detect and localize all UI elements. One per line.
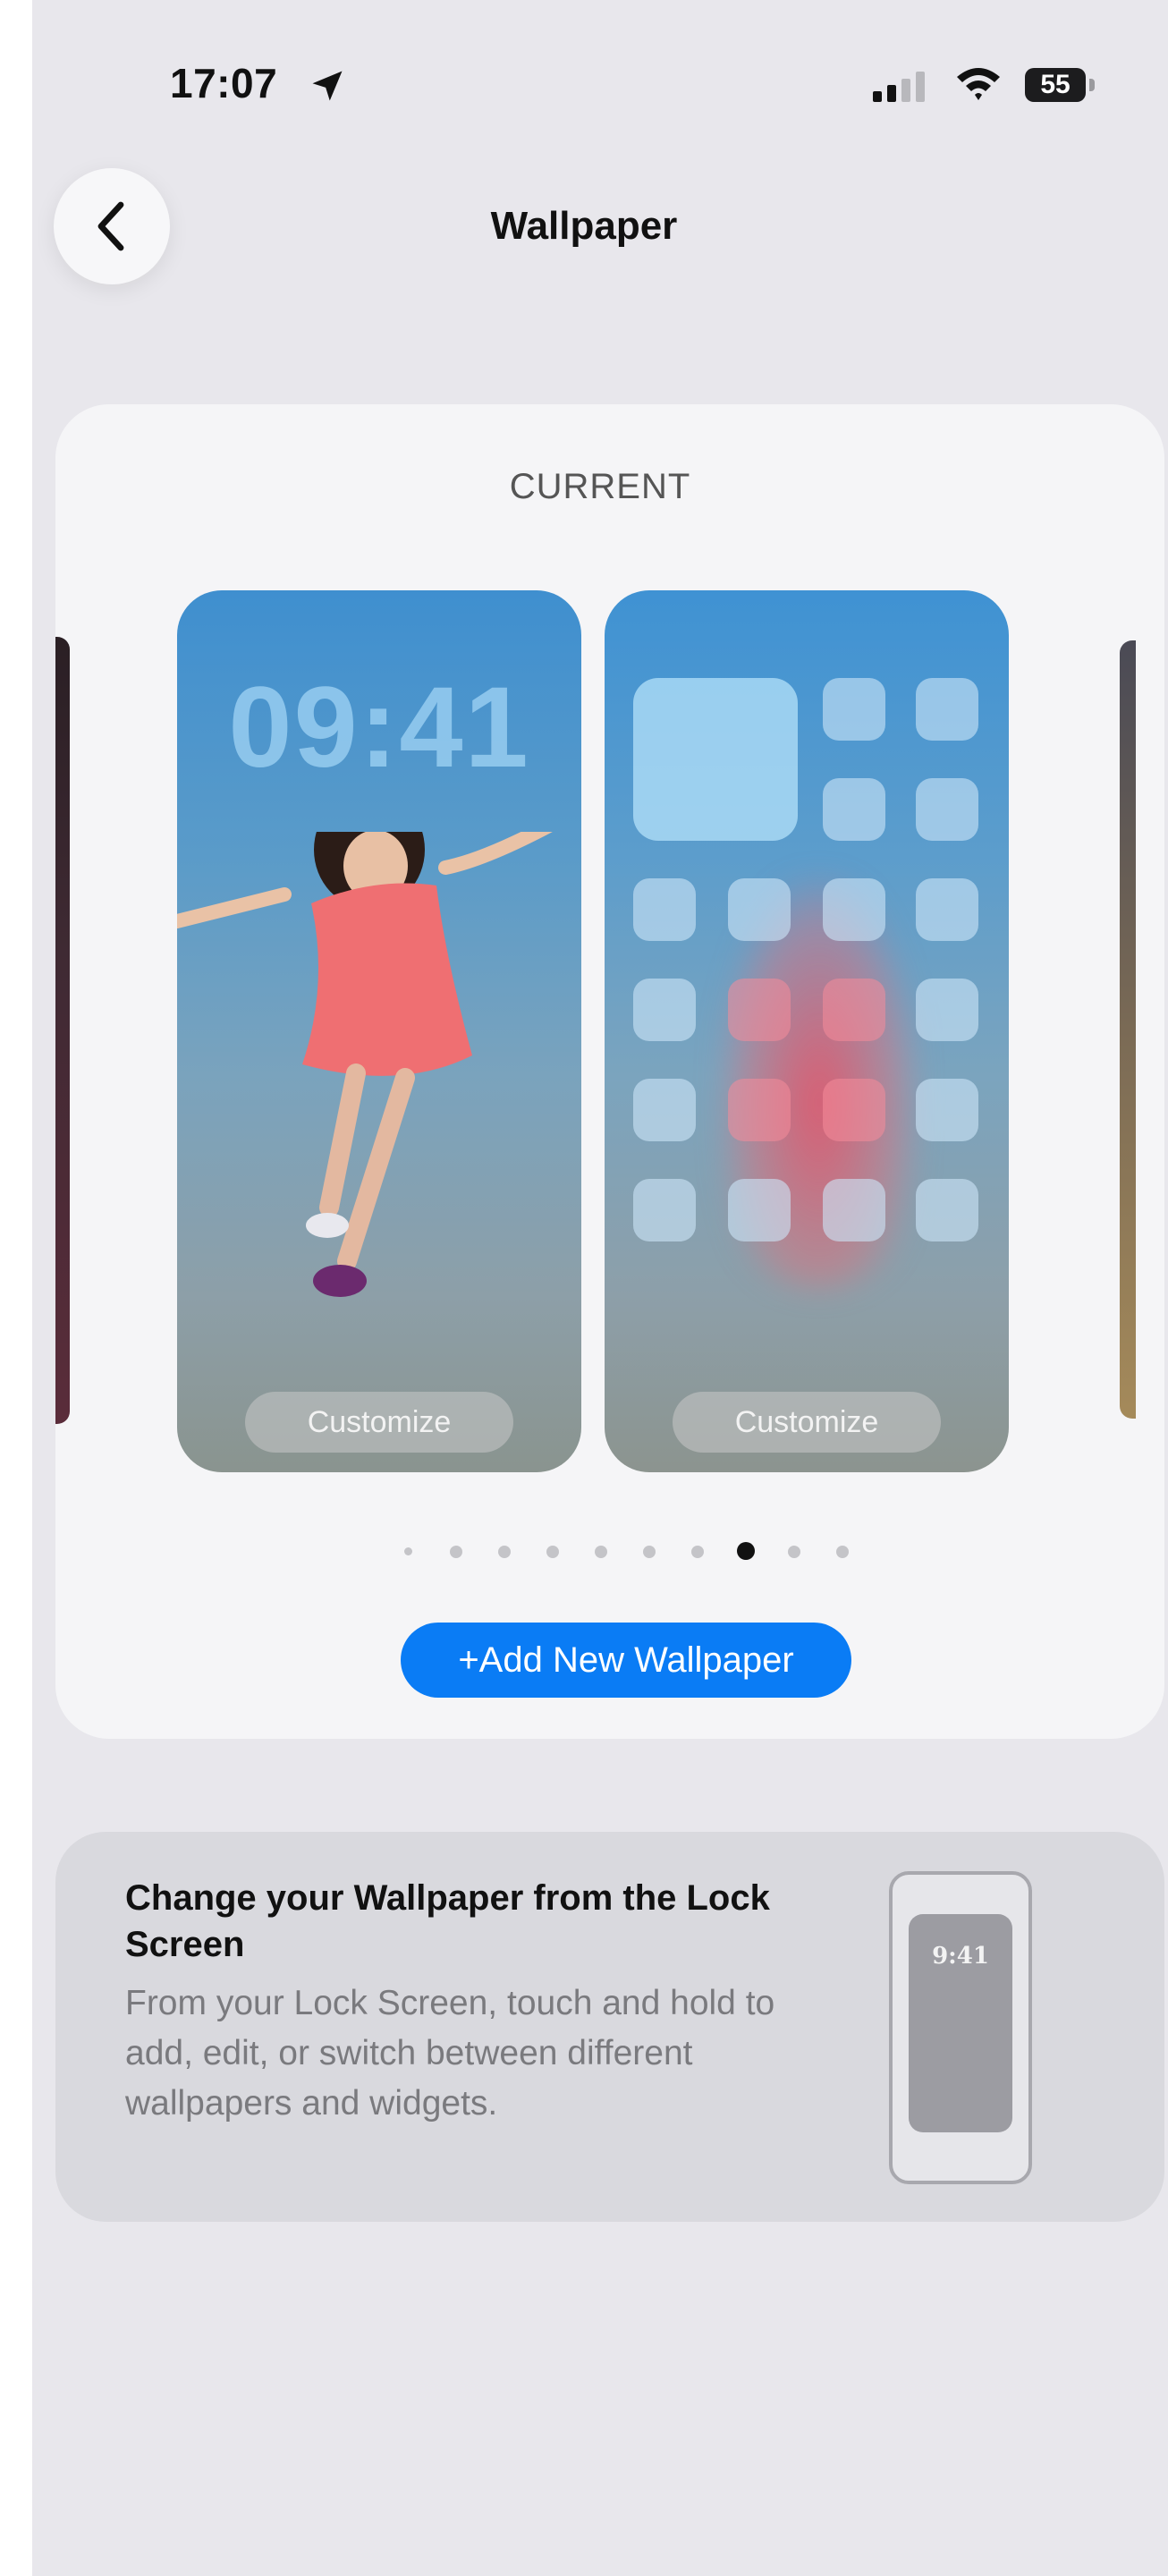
app-icon-placeholder xyxy=(633,878,696,941)
app-icon-placeholder xyxy=(916,678,978,741)
tip-title: Change your Wallpaper from the Lock Scre… xyxy=(125,1878,770,1964)
page-dot[interactable] xyxy=(546,1546,559,1558)
app-icon-placeholder xyxy=(916,778,978,841)
home-customize-button[interactable]: Customize xyxy=(673,1392,941,1453)
app-icon-placeholder xyxy=(916,878,978,941)
app-icon-placeholder xyxy=(728,1179,791,1241)
page-dot[interactable] xyxy=(788,1546,800,1558)
page-dot-active[interactable] xyxy=(737,1542,755,1560)
app-icon-placeholder xyxy=(823,678,885,741)
page-title: Wallpaper xyxy=(490,204,678,248)
page-dot[interactable] xyxy=(836,1546,849,1558)
lock-screen-clock: 09:41 xyxy=(228,664,530,792)
illustration-clock: 9:41 xyxy=(932,1943,989,1970)
page-dot[interactable] xyxy=(643,1546,656,1558)
previous-wallpaper-peek[interactable] xyxy=(55,637,70,1424)
app-icon-placeholder xyxy=(823,778,885,841)
app-icon-placeholder xyxy=(823,878,885,941)
page-dot[interactable] xyxy=(595,1546,607,1558)
app-icon-placeholder xyxy=(823,1079,885,1141)
app-icon-placeholder xyxy=(916,979,978,1041)
app-icon-placeholder xyxy=(728,1079,791,1141)
next-wallpaper-peek[interactable] xyxy=(1120,640,1136,1419)
app-icon-placeholder xyxy=(633,1079,696,1141)
app-icon-placeholder xyxy=(633,1179,696,1241)
page-dot[interactable] xyxy=(450,1546,462,1558)
app-icon-placeholder xyxy=(823,1179,885,1241)
app-icon-placeholder xyxy=(916,1179,978,1241)
page-dot[interactable] xyxy=(498,1546,511,1558)
page-dot[interactable] xyxy=(691,1546,704,1558)
battery-cap xyxy=(1089,79,1095,91)
app-icon-placeholder xyxy=(633,979,696,1041)
wallpaper-photo xyxy=(177,832,553,1297)
home-screen-preview[interactable]: Customize xyxy=(605,590,1009,1472)
tip-body: From your Lock Screen, touch and hold to… xyxy=(125,1984,775,2123)
app-icon-placeholder xyxy=(728,878,791,941)
battery-icon: 55 xyxy=(1025,68,1086,102)
status-time: 17:07 xyxy=(170,60,278,106)
page-indicator[interactable] xyxy=(399,1540,864,1562)
location-arrow-icon xyxy=(312,71,343,101)
page-dot[interactable] xyxy=(403,1547,412,1555)
app-icon-placeholder xyxy=(916,1079,978,1141)
widget-placeholder xyxy=(633,678,798,841)
cellular-signal-icon xyxy=(873,72,925,102)
add-new-wallpaper-button[interactable]: +Add New Wallpaper xyxy=(401,1623,851,1698)
lock-customize-button[interactable]: Customize xyxy=(245,1392,513,1453)
current-section-label: CURRENT xyxy=(509,467,691,506)
lock-screen-preview[interactable]: 09:41 Customize xyxy=(177,590,581,1472)
app-icon-placeholder xyxy=(823,979,885,1041)
wifi-icon xyxy=(957,68,1000,100)
app-icon-placeholder xyxy=(728,979,791,1041)
